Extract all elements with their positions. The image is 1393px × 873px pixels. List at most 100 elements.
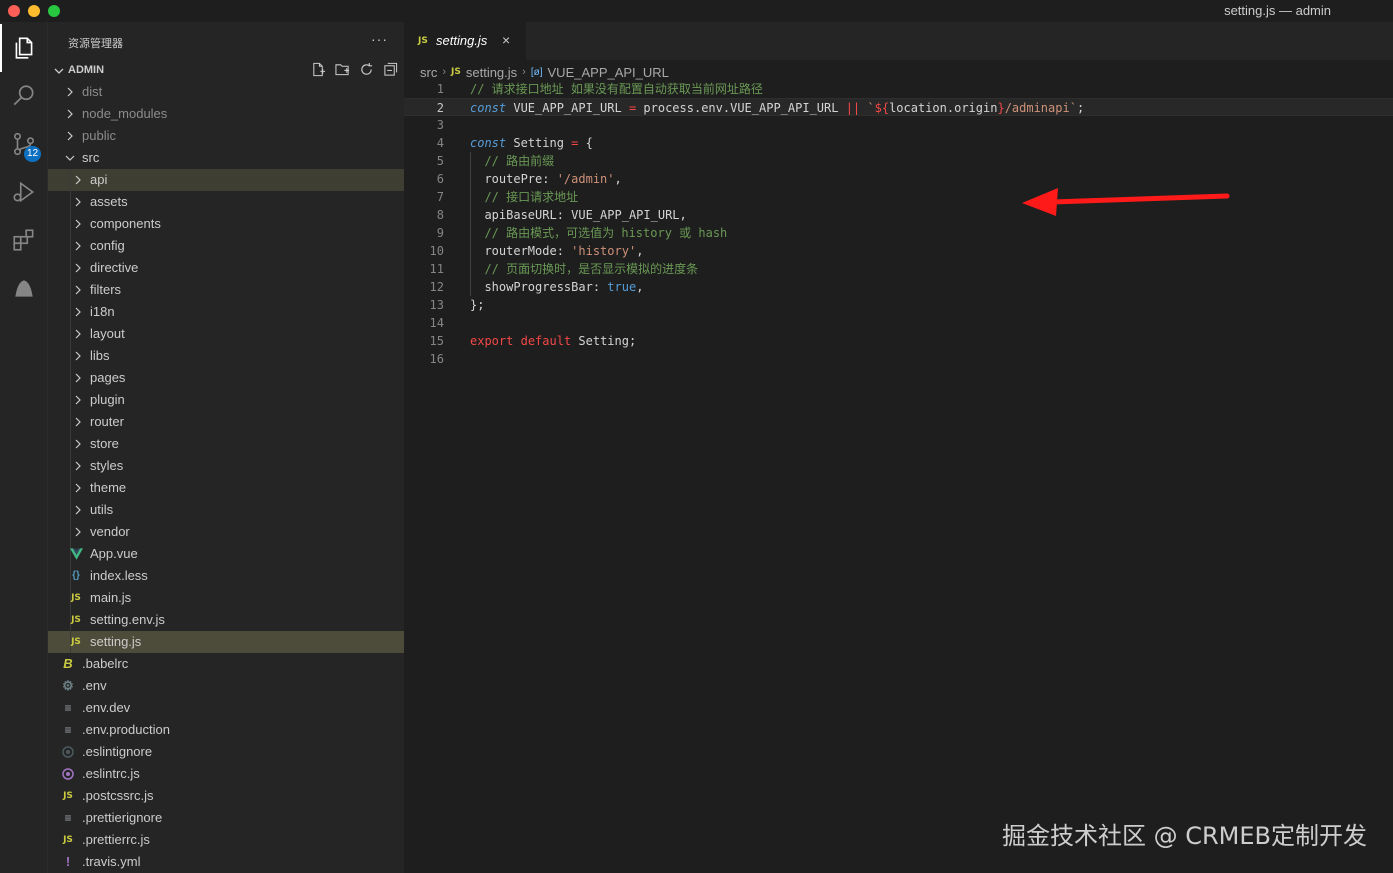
tree-folder[interactable]: vendor — [48, 521, 404, 543]
code-line[interactable]: 15 export default Setting; — [404, 332, 1393, 350]
new-file-icon[interactable] — [310, 61, 326, 77]
tree-item-label: dist — [82, 84, 103, 99]
tree-file[interactable]: JS setting.env.js — [48, 609, 404, 631]
code-line[interactable]: 2 const VUE_APP_API_URL = process.env.VUE… — [404, 98, 1393, 116]
code-token: Setting; — [571, 334, 637, 348]
tree-folder[interactable]: public — [48, 125, 404, 147]
tree-folder[interactable]: api — [48, 169, 404, 191]
tab-setting-js[interactable]: JS setting.js × — [404, 22, 526, 60]
code-line[interactable]: 6 routePre: '/admin', — [404, 170, 1393, 188]
code-token: // 请求接口地址 如果没有配置自动获取当前网址路径 — [470, 82, 763, 96]
tree-file[interactable]: {} index.less — [48, 565, 404, 587]
line-content: // 页面切换时，是否显示模拟的进度条 — [470, 260, 698, 278]
code-line[interactable]: 4 const Setting = { — [404, 134, 1393, 152]
chevron-right-icon: › — [442, 66, 447, 78]
tree-folder[interactable]: theme — [48, 477, 404, 499]
code-token: // 接口请求地址 — [470, 190, 579, 204]
tree-file[interactable]: .eslintrc.js — [48, 763, 404, 785]
code-line[interactable]: 14 — [404, 314, 1393, 332]
breadcrumb-src[interactable]: src — [420, 65, 437, 80]
tree-folder[interactable]: node_modules — [48, 103, 404, 125]
line-number: 10 — [429, 244, 444, 258]
code-line[interactable]: 16 — [404, 350, 1393, 368]
explorer-sidebar: 资源管理器 ··· ADMIN dist node_modules public sr… — [48, 22, 404, 873]
line-number: 3 — [436, 118, 444, 132]
tree-file[interactable]: JS main.js — [48, 587, 404, 609]
code-line[interactable]: 12 showProgressBar: true, — [404, 278, 1393, 296]
collapse-all-icon[interactable] — [382, 61, 398, 77]
new-folder-icon[interactable] — [334, 61, 350, 77]
line-number: 16 — [429, 352, 444, 366]
tree-file[interactable]: JS .prettierrc.js — [48, 829, 404, 851]
tree-item-label: .env.dev — [82, 700, 131, 715]
watermark: 掘金技术社区 @ CRMEB定制开发 — [1001, 822, 1367, 850]
close-window-button[interactable] — [8, 5, 20, 17]
tree-item-label: .eslintignore — [82, 744, 153, 759]
code-line[interactable]: 10 routerMode: 'history', — [404, 242, 1393, 260]
tree-folder[interactable]: components — [48, 213, 404, 235]
refresh-icon[interactable] — [358, 61, 374, 77]
tree-item-label: .prettierrc.js — [82, 832, 150, 847]
tree-file[interactable]: ! .travis.yml — [48, 851, 404, 873]
babel-file-icon: B — [63, 656, 73, 671]
tree-folder[interactable]: i18n — [48, 301, 404, 323]
tree-file[interactable]: JS .postcssrc.js — [48, 785, 404, 807]
run-debug-icon[interactable] — [0, 168, 48, 216]
code-line[interactable]: 9 // 路由模式，可选值为 history 或 hash — [404, 224, 1393, 242]
code-token: showProgressBar: — [470, 280, 608, 294]
more-actions-icon[interactable]: ··· — [371, 31, 388, 47]
code-line[interactable]: 1 // 请求接口地址 如果没有配置自动获取当前网址路径 — [404, 80, 1393, 98]
tree-file[interactable]: ≡ .env.dev — [48, 697, 404, 719]
tree-item-label: i18n — [90, 304, 115, 319]
code-line[interactable]: 3 — [404, 116, 1393, 134]
explorer-icon[interactable] — [0, 24, 48, 72]
tree-file[interactable]: B .babelrc — [48, 653, 404, 675]
tree-item-label: setting.js — [90, 634, 142, 649]
tree-file[interactable]: .eslintignore — [48, 741, 404, 763]
tree-folder[interactable]: pages — [48, 367, 404, 389]
tree-file[interactable]: ≡ .prettierignore — [48, 807, 404, 829]
source-control-icon[interactable]: 12 — [0, 120, 48, 168]
close-icon[interactable]: × — [502, 32, 510, 48]
tree-folder[interactable]: directive — [48, 257, 404, 279]
breadcrumb-file[interactable]: setting.js — [466, 65, 517, 80]
sidebar-extension-icon[interactable] — [0, 264, 48, 312]
code-line[interactable]: 5 // 路由前缀 — [404, 152, 1393, 170]
line-number: 6 — [436, 172, 444, 186]
breadcrumb-symbol[interactable]: VUE_APP_API_URL — [548, 65, 669, 80]
tree-file[interactable]: ⚙ .env — [48, 675, 404, 697]
code-line[interactable]: 13}; — [404, 296, 1393, 314]
tree-folder[interactable]: src — [48, 147, 404, 169]
code-token: , — [614, 172, 622, 186]
extensions-icon[interactable] — [0, 216, 48, 264]
tree-folder[interactable]: router — [48, 411, 404, 433]
tree-folder[interactable]: config — [48, 235, 404, 257]
code-line[interactable]: 7 // 接口请求地址 — [404, 188, 1393, 206]
line-number: 7 — [436, 190, 444, 204]
tree-folder[interactable]: layout — [48, 323, 404, 345]
tree-folder[interactable]: plugin — [48, 389, 404, 411]
tree-file[interactable]: App.vue — [48, 543, 404, 565]
line-number: 9 — [436, 226, 444, 240]
tree-folder[interactable]: utils — [48, 499, 404, 521]
code-token: ${ — [874, 101, 890, 115]
workspace-section-header[interactable]: ADMIN — [48, 59, 404, 81]
code-line[interactable]: 11 // 页面切换时，是否显示模拟的进度条 — [404, 260, 1393, 278]
zoom-window-button[interactable] — [48, 5, 60, 17]
tree-folder[interactable]: store — [48, 433, 404, 455]
tree-folder[interactable]: libs — [48, 345, 404, 367]
code-view[interactable]: 1 // 请求接口地址 如果没有配置自动获取当前网址路径 2 const VUE_AP… — [404, 80, 1393, 368]
tree-file[interactable]: JS setting.js — [48, 631, 404, 653]
tree-item-label: node_modules — [82, 106, 168, 121]
tree-folder[interactable]: assets — [48, 191, 404, 213]
js-file-icon: JS — [451, 67, 461, 77]
tree-file[interactable]: ≡ .env.production — [48, 719, 404, 741]
code-token: } — [997, 101, 1005, 115]
minimize-window-button[interactable] — [28, 5, 40, 17]
tree-folder[interactable]: filters — [48, 279, 404, 301]
code-token: '/admin' — [556, 172, 615, 186]
search-icon[interactable] — [0, 72, 48, 120]
tree-folder[interactable]: styles — [48, 455, 404, 477]
tree-folder[interactable]: dist — [48, 81, 404, 103]
code-line[interactable]: 8 apiBaseURL: VUE_APP_API_URL, — [404, 206, 1393, 224]
